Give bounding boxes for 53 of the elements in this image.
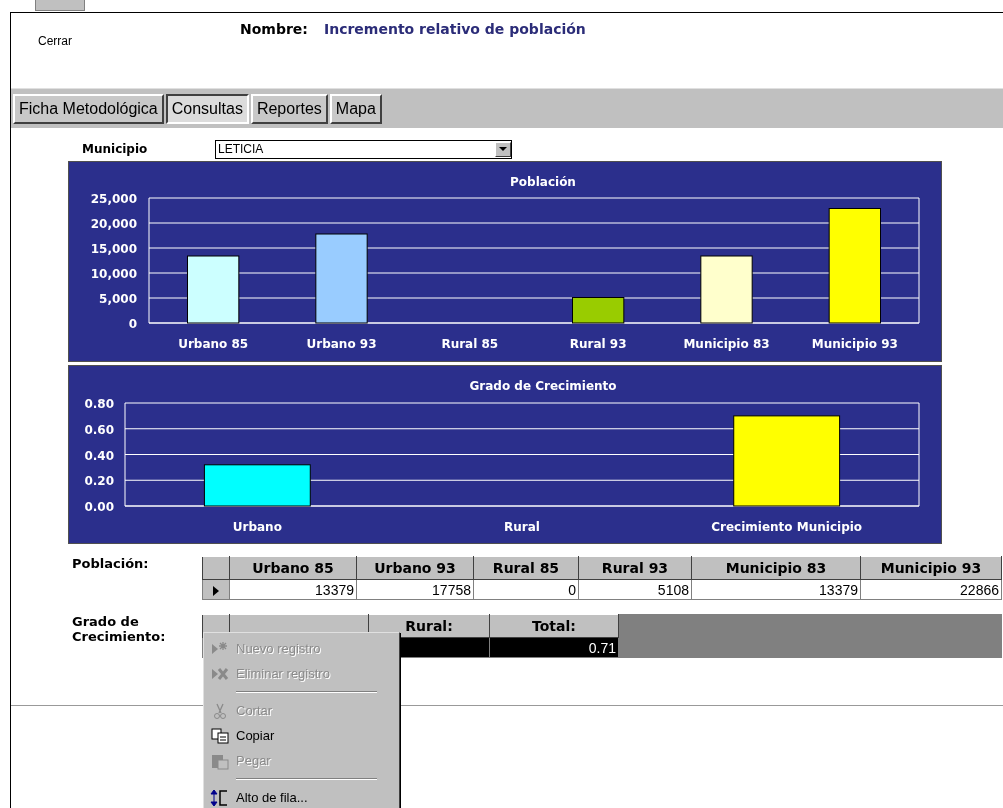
bar (700, 255, 753, 324)
copy-icon (210, 726, 230, 745)
column-header: Rural: (368, 614, 490, 638)
column-header: Rural 93 (578, 556, 692, 580)
municipio-label: Municipio (82, 142, 149, 156)
category-label: Rural 93 (569, 337, 627, 351)
tick-label: 0.20 (84, 474, 114, 489)
category-label: Rural 85 (441, 337, 499, 351)
dropdown-button[interactable] (495, 141, 511, 157)
tab[interactable]: Consultas (165, 93, 249, 124)
tick-label: 5,000 (99, 292, 137, 306)
table-label: Grado de Crecimiento: (71, 614, 167, 644)
category-label: Municipio 83 (683, 337, 770, 351)
tick-label: 20,000 (90, 217, 137, 231)
bar (187, 255, 240, 324)
municipio-dropdown[interactable]: LETICIA (215, 139, 512, 159)
tab[interactable]: Mapa (329, 93, 382, 124)
tick-label: 0.60 (84, 422, 114, 437)
name-label: Nombre: (240, 21, 308, 39)
menu-item[interactable]: Copiar (206, 723, 397, 748)
column-header: Rural 85 (473, 556, 579, 580)
column-header: Municipio 83 (691, 556, 861, 580)
row-selector[interactable] (202, 579, 230, 600)
chart-title: Grado de Crecimiento (469, 379, 617, 393)
tick-label: 0.40 (84, 448, 114, 463)
category-label: Crecimiento Municipio (711, 520, 863, 534)
bar (572, 297, 625, 324)
tick-label: 0.80 (84, 397, 114, 411)
tab[interactable]: Reportes (250, 93, 328, 124)
close-label: Cerrar (38, 34, 72, 50)
category-label: Municipio 93 (811, 337, 898, 351)
tick-label: 15,000 (90, 242, 137, 256)
tab[interactable]: Ficha Metodológica (13, 93, 164, 124)
caret-icon (499, 146, 507, 152)
table-label: Población: (71, 556, 150, 571)
category-label: Urbano (232, 520, 282, 534)
column-header: Urbano 85 (229, 556, 357, 580)
menu-item[interactable]: Alto de fila... (206, 785, 397, 808)
row-selector-header (202, 556, 230, 580)
column-header: Urbano 93 (356, 556, 474, 580)
tick-label: 0.00 (84, 500, 114, 514)
category-label: Urbano 85 (178, 337, 249, 351)
category-label: Rural (504, 520, 540, 534)
column-header: Total: (489, 614, 619, 638)
row-height-icon (210, 788, 230, 807)
name-value: Incremento relativo de población (323, 21, 586, 39)
tick-label: 10,000 (90, 267, 137, 281)
category-label: Urbano 93 (306, 337, 377, 351)
tick-label: 0 (128, 317, 137, 331)
chart-title: Población (510, 175, 576, 189)
row-pointer-icon (212, 584, 220, 597)
column-header: Municipio 93 (860, 556, 1002, 580)
tick-label: 25,000 (90, 192, 137, 206)
